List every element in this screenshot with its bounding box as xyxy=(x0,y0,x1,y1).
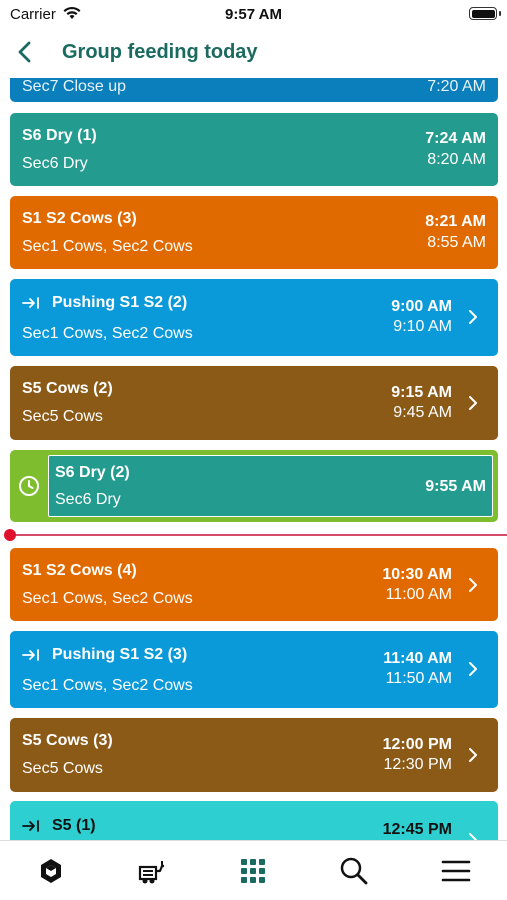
push-arrow-icon xyxy=(22,820,39,832)
group-sections: Sec6 Dry xyxy=(55,491,121,508)
group-sections: Sec1 Cows, Sec2 Cows xyxy=(22,590,193,607)
group-title: S6 Dry (1) xyxy=(22,127,97,144)
group-start-time: 7:20 AM xyxy=(427,78,486,95)
menu-icon[interactable] xyxy=(440,855,472,887)
chevron-right-icon xyxy=(469,748,477,762)
group-title: Pushing S1 S2 (3) xyxy=(22,646,187,664)
group-start-time: 7:24 AM xyxy=(425,130,486,147)
grid-icon[interactable] xyxy=(237,855,269,887)
search-icon[interactable] xyxy=(338,855,370,887)
tab-bar xyxy=(0,840,507,900)
group-start-time: 11:40 AM xyxy=(383,650,452,667)
feeding-group-card[interactable]: Sec7 Close up 7:20 AM xyxy=(10,78,498,102)
feeding-group-card[interactable]: S6 Dry (1) Sec6 Dry 7:24 AM 8:20 AM xyxy=(10,113,498,186)
feeding-group-card[interactable]: Pushing S1 S2 (2) Sec1 Cows, Sec2 Cows 9… xyxy=(10,279,498,356)
push-arrow-icon xyxy=(22,297,39,309)
current-time-dot xyxy=(4,529,16,541)
chevron-left-icon[interactable] xyxy=(12,38,40,66)
chevron-right-icon xyxy=(469,396,477,410)
feeding-group-card[interactable]: S1 S2 Cows (3) Sec1 Cows, Sec2 Cows 8:21… xyxy=(10,196,498,269)
group-sections: Sec1 Cows, Sec2 Cows xyxy=(22,677,193,694)
group-title: S5 Cows (2) xyxy=(22,380,113,397)
group-start-time: 12:00 PM xyxy=(382,736,452,753)
group-title: S5 Cows (3) xyxy=(22,732,113,749)
group-end-time: 12:30 PM xyxy=(383,756,452,773)
feeding-group-card[interactable]: S5 (1) 12:45 PM xyxy=(10,801,498,840)
current-feeding-detail[interactable]: S6 Dry (2) Sec6 Dry 9:55 AM xyxy=(48,455,493,517)
group-sections: Sec1 Cows, Sec2 Cows xyxy=(22,325,193,342)
chevron-right-icon xyxy=(469,578,477,592)
group-start-time: 12:45 PM xyxy=(382,821,452,838)
status-time: 9:57 AM xyxy=(225,6,282,23)
status-bar: Carrier 9:57 AM xyxy=(0,0,507,28)
chevron-right-icon xyxy=(469,662,477,676)
group-title: S6 Dry (2) xyxy=(55,464,130,481)
clock-icon xyxy=(19,476,39,496)
group-title: S1 S2 Cows (3) xyxy=(22,210,137,227)
group-end-time: 9:10 AM xyxy=(393,318,452,335)
group-start-time: 9:55 AM xyxy=(425,478,486,495)
group-start-time: 8:21 AM xyxy=(425,213,486,230)
group-end-time: 11:50 AM xyxy=(385,670,452,687)
battery-icon xyxy=(469,7,497,20)
group-start-time: 10:30 AM xyxy=(382,566,452,583)
group-end-time: 9:45 AM xyxy=(393,404,452,421)
feeding-group-card[interactable]: Pushing S1 S2 (3) Sec1 Cows, Sec2 Cows 1… xyxy=(10,631,498,708)
feeding-list[interactable]: Sec7 Close up 7:20 AM S6 Dry (1) Sec6 Dr… xyxy=(0,78,507,840)
group-end-time: 8:55 AM xyxy=(427,234,486,251)
group-title: S5 (1) xyxy=(22,817,96,835)
group-end-time: 11:00 AM xyxy=(385,586,452,603)
group-title: S1 S2 Cows (4) xyxy=(22,562,137,579)
group-sections: Sec7 Close up xyxy=(22,78,127,95)
group-sections: Sec6 Dry xyxy=(22,155,88,172)
group-sections: Sec1 Cows, Sec2 Cows xyxy=(22,238,193,255)
feed-wagon-icon[interactable] xyxy=(136,855,168,887)
hexagon-cube-icon[interactable] xyxy=(35,855,67,887)
group-sections: Sec5 Cows xyxy=(22,760,103,777)
chevron-right-icon xyxy=(469,310,477,324)
feeding-group-card[interactable]: S1 S2 Cows (4) Sec1 Cows, Sec2 Cows 10:3… xyxy=(10,548,498,621)
group-title: Pushing S1 S2 (2) xyxy=(22,294,187,312)
group-start-time: 9:15 AM xyxy=(391,384,452,401)
group-sections: Sec5 Cows xyxy=(22,408,103,425)
push-arrow-icon xyxy=(22,649,39,661)
current-feeding-card[interactable]: S6 Dry (2) Sec6 Dry 9:55 AM xyxy=(10,450,498,522)
nav-bar: Group feeding today xyxy=(0,28,507,78)
feeding-group-card[interactable]: S5 Cows (2) Sec5 Cows 9:15 AM 9:45 AM xyxy=(10,366,498,440)
group-start-time: 9:00 AM xyxy=(391,298,452,315)
chevron-right-icon xyxy=(469,833,477,840)
current-time-line xyxy=(10,534,507,536)
page-title: Group feeding today xyxy=(62,41,258,63)
feeding-group-card[interactable]: S5 Cows (3) Sec5 Cows 12:00 PM 12:30 PM xyxy=(10,718,498,792)
group-end-time: 8:20 AM xyxy=(427,151,486,168)
